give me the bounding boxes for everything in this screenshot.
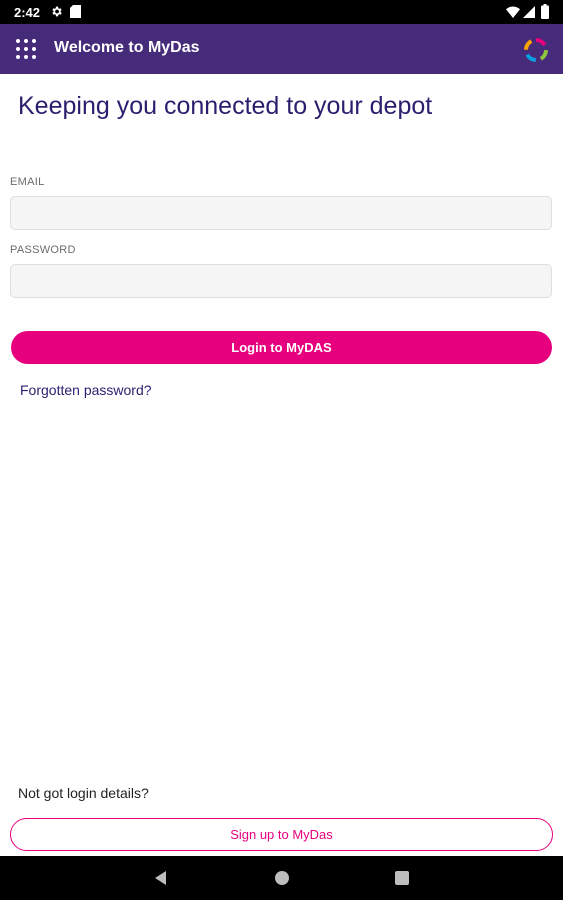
signal-icon xyxy=(523,6,535,18)
app-bar: Welcome to MyDas xyxy=(0,24,563,74)
password-field[interactable] xyxy=(10,264,552,298)
email-field[interactable] xyxy=(10,196,552,230)
navigation-bar xyxy=(0,856,563,900)
app-title: Welcome to MyDas xyxy=(54,39,200,56)
status-bar: 2:42 xyxy=(0,0,563,24)
back-icon[interactable] xyxy=(151,868,171,888)
sim-card-icon xyxy=(70,5,81,18)
password-label: PASSWORD xyxy=(10,244,76,256)
forgot-password-link[interactable]: Forgotten password? xyxy=(20,382,152,398)
mydas-logo-icon xyxy=(524,38,548,62)
email-label: EMAIL xyxy=(10,176,45,188)
login-button[interactable]: Login to MyDAS xyxy=(11,331,552,364)
status-time: 2:42 xyxy=(14,5,41,20)
battery-icon xyxy=(541,4,549,19)
signup-button[interactable]: Sign up to MyDas xyxy=(10,818,553,851)
grid-menu-icon[interactable] xyxy=(15,38,37,60)
not-got-login-text: Not got login details? xyxy=(18,785,149,801)
wifi-icon xyxy=(506,6,520,18)
screen: 2:42 Welcome to MyDas Keeping you connec… xyxy=(0,0,563,900)
recents-icon[interactable] xyxy=(392,868,412,888)
home-icon[interactable] xyxy=(272,868,292,888)
page-headline: Keeping you connected to your depot xyxy=(18,92,433,120)
settings-icon xyxy=(52,6,62,17)
